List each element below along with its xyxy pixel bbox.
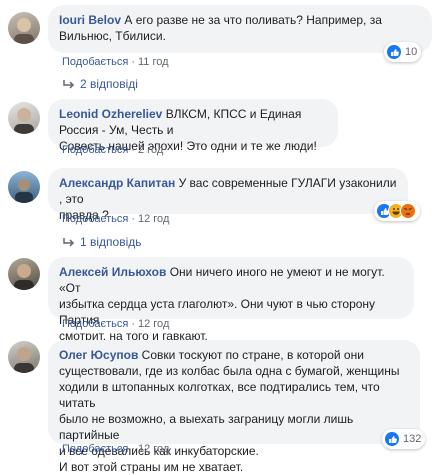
- avatar[interactable]: [8, 12, 40, 44]
- comment-text-line: И вот этой страны им не хватает.: [59, 460, 244, 474]
- avatar[interactable]: [8, 102, 40, 134]
- comment-bubble: Алексей Ильюхов Они ничего иного не умею…: [48, 257, 414, 343]
- comment-text-line: существовали, где из колбас была одна с …: [59, 364, 400, 378]
- comment-author[interactable]: Iouri Belov: [59, 13, 121, 27]
- comment-bubble: Iouri Belov А его разве не за что полива…: [48, 5, 432, 53]
- comment-author[interactable]: Олег Юсупов: [59, 348, 138, 362]
- comment-time[interactable]: 2 год: [138, 144, 163, 156]
- comment-author[interactable]: Александр Капитан: [59, 176, 175, 190]
- comment-bubble: Александр Капитан У вас современные ГУЛА…: [48, 168, 408, 222]
- view-replies-link[interactable]: 1 відповідь: [62, 235, 142, 249]
- like-link[interactable]: Подобається: [62, 56, 128, 68]
- avatar[interactable]: [8, 258, 40, 290]
- comment-actions: Подобається · 12 год: [62, 443, 170, 455]
- comment-text-line: Совки тоскуют по стране, в которой они: [141, 348, 364, 362]
- comment-time[interactable]: 12 год: [138, 318, 169, 330]
- like-reaction-icon: [384, 431, 400, 447]
- avatar[interactable]: [8, 341, 40, 373]
- avatar-photo: [14, 347, 34, 373]
- comment-bubble: Олег Юсупов Совки тоскуют по стране, в к…: [48, 340, 420, 474]
- comment-actions: Подобається · 11 год: [62, 56, 169, 68]
- like-link[interactable]: Подобається: [62, 144, 128, 156]
- like-reaction-icon: [386, 44, 402, 60]
- comment-time[interactable]: 11 год: [138, 56, 169, 68]
- avatar[interactable]: [8, 171, 40, 203]
- comment-actions: Подобається · 12 год: [62, 318, 170, 330]
- comment-text-line: было не возможно, а выехать заграницу мо…: [59, 412, 354, 442]
- reply-arrow-icon: [63, 79, 75, 89]
- comment-author[interactable]: Алексей Ильюхов: [59, 265, 166, 279]
- comment-author[interactable]: Leonid Ozhereliev: [59, 107, 162, 121]
- avatar-photo: [15, 179, 33, 203]
- reaction-summary[interactable]: 132: [382, 429, 426, 449]
- comment-time[interactable]: 12 год: [138, 443, 169, 455]
- reply-arrow-icon: [63, 237, 75, 247]
- view-replies-link[interactable]: 2 відповіді: [62, 77, 138, 91]
- like-link[interactable]: Подобається: [62, 213, 128, 225]
- replies-label: 2 відповіді: [80, 77, 138, 91]
- comment-text-line: А его разве не за что поливать? Например…: [124, 13, 382, 27]
- avatar-photo: [14, 18, 34, 44]
- comment-actions: Подобається · 2 год: [62, 144, 164, 156]
- comment-text-line: ходили в штопанных колготках, все подтир…: [59, 380, 380, 410]
- reaction-summary[interactable]: [374, 201, 420, 221]
- avatar-photo: [14, 264, 34, 290]
- comment-time[interactable]: 12 год: [138, 213, 169, 225]
- comment-bubble: Leonid Ozhereliev ВЛКСМ, КПСС и Единая Р…: [48, 99, 338, 153]
- replies-label: 1 відповідь: [80, 235, 142, 249]
- reaction-summary[interactable]: 10: [384, 42, 422, 62]
- comment-actions: Подобається · 12 год: [62, 213, 170, 225]
- reaction-count: 10: [405, 46, 418, 58]
- avatar-photo: [14, 108, 34, 134]
- angry-reaction-icon: [400, 203, 416, 219]
- like-link[interactable]: Подобається: [62, 318, 128, 330]
- like-link[interactable]: Подобається: [62, 443, 128, 455]
- comment-text-line: Вильнюс, Тбилиси.: [59, 29, 166, 43]
- reaction-count: 132: [403, 433, 422, 445]
